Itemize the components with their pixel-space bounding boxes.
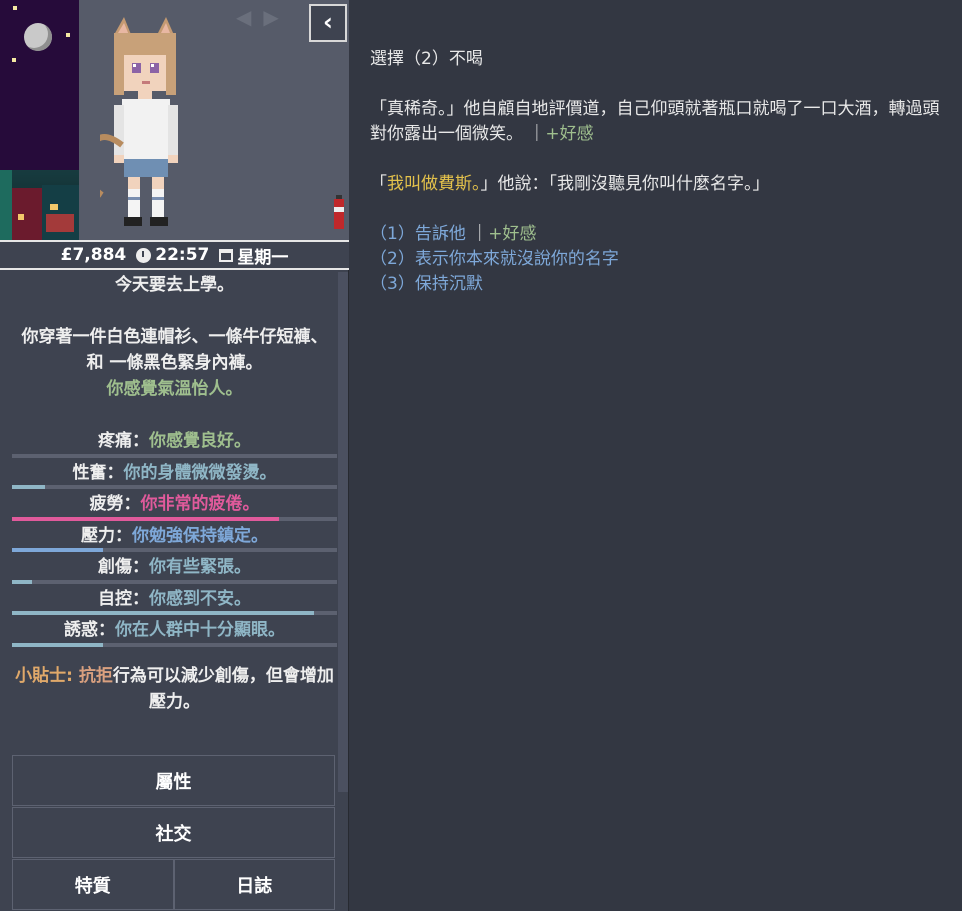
meter-bar-fill [12,611,315,615]
meter-bar-fill [12,642,103,647]
clock-icon [136,247,152,263]
npc-name-text: 我叫做費斯。 [387,174,481,194]
stats-bar: £7,884 22:57 星期一 [0,240,349,270]
meter-bar-fill [12,516,279,521]
choice-2[interactable]: （2）表示你本來就沒說你的名字 [370,247,950,272]
meter-value: 你感覺良好。 [149,431,251,451]
tab-attributes[interactable]: 屬性 [12,755,335,806]
meter-bar [12,611,337,615]
meter-value: 你勉強保持鎮定。 [132,525,268,546]
calendar-icon [219,248,234,262]
meter-label: 自控： [98,588,149,609]
tip-text: 小貼士: 抗拒行為可以減少創傷，但會增加壓力。 [0,663,349,715]
choice-2-label[interactable]: （2）表示你本來就沒說你的名字 [370,249,619,269]
sidebar-tabs: 屬性 社交 特質 日誌 [12,755,335,911]
city-skyline [0,170,79,240]
status-panel: 今天要去上學。 你穿著一件白色連帽衫、一條牛仔短褲、和 一條黑色緊身內褲。 你感… [0,270,349,760]
meter-row: 疼痛：你感覺良好。 [12,428,337,460]
meter-bar-fill [12,485,45,489]
meter-label: 誘惑： [64,620,115,640]
story-panel: 選擇（2）不喝 「真稀奇。」他自顧自地評價道，自己仰頭就著瓶口就喝了一口大酒，轉… [370,47,950,297]
choice-1-affection-tag: +好感 [488,224,537,244]
meter-value: 你在人群中十分顯眼。 [115,620,285,640]
story-paragraph-1: 「真稀奇。」他自顧自地評價道，自己仰頭就著瓶口就喝了一口大酒，轉過頭對你露出一個… [370,99,940,144]
meter-row: 疲勞：你非常的疲倦。 [12,491,337,523]
meter-bar-fill [12,579,32,584]
meter-row: 自控：你感到不安。 [12,586,337,618]
moon-icon [24,23,52,51]
affection-tag: +好感 [545,124,594,144]
sidebar-scrollbar[interactable] [338,272,348,792]
tab-social[interactable]: 社交 [12,807,335,858]
sidebar: ◀ ▶ ‹ £7,884 22:57 星期一 今天要去上學。 你穿著一件白色連帽… [0,0,349,911]
meter-row: 創傷：你有些緊張。 [12,554,337,586]
character-sprite [100,17,178,226]
forward-arrow-icon[interactable]: ▶ [263,6,278,28]
chevron-left-icon: ‹ [323,8,333,36]
meter-label: 性奮： [72,462,124,483]
time-display: 22:57 [136,245,209,265]
meter-value: 你的身體微微發燙。 [123,462,277,483]
meter-bar [12,453,337,458]
tip-body: 行為可以減少創傷，但會增加壓力。 [112,665,334,712]
meter-row: 性奮：你的身體微微發燙。 [12,460,337,492]
tab-journal[interactable]: 日誌 [173,859,335,910]
collapse-sidebar-button[interactable]: ‹ [309,4,347,42]
meter-label: 疼痛： [98,431,149,451]
meters-list: 疼痛：你感覺良好。 性奮：你的身體微微發燙。 疲勞：你非常的疲倦。 壓力：你勉強保持鎮… [0,428,349,649]
meter-bar [12,642,337,647]
meter-row: 壓力：你勉強保持鎮定。 [12,523,337,555]
clothing-text: 你穿著一件白色連帽衫、一條牛仔短褲、和 一條黑色緊身內褲。 [21,327,328,373]
meter-bar-fill [12,548,103,552]
meter-bar [12,579,337,584]
money-display: £7,884 [60,245,127,265]
tip-highlight: 抗拒 [78,665,113,686]
story-paragraph-2: 「我叫做費斯。」他說：「我剛沒聽見你叫什麼名字。」 [370,174,770,194]
meter-value: 你非常的疲倦。 [140,494,260,514]
meter-label: 創傷： [98,557,149,577]
meter-row: 誘惑：你在人群中十分顯眼。 [12,617,337,649]
back-arrow-icon[interactable]: ◀ [236,6,251,28]
temperature-text: 你感覺氣溫怡人。 [106,379,243,399]
meter-bar [12,485,337,489]
schedule-text: 今天要去上學。 [115,275,234,295]
choice-1-label[interactable]: （1）告訴他 [370,224,466,244]
fire-extinguisher-icon [334,195,344,229]
story-heading: 選擇（2）不喝 [370,49,483,69]
tip-prefix: 小貼士: [15,665,79,686]
night-sky-panel [0,0,79,240]
meter-bar [12,548,337,552]
meter-label: 壓力： [81,525,132,546]
meter-bar [12,516,337,521]
weekday-display: 星期一 [219,243,288,268]
meter-value: 你感到不安。 [149,588,251,609]
choice-3-label[interactable]: （3）保持沉默 [370,274,483,294]
history-nav: ◀ ▶ [236,6,279,28]
character-portrait: ◀ ▶ ‹ [0,0,349,240]
tab-traits[interactable]: 特質 [12,859,174,910]
choice-3[interactable]: （3）保持沉默 [370,272,950,297]
choice-1[interactable]: （1）告訴他 ｜+好感 [370,222,950,247]
meter-label: 疲勞： [89,494,141,514]
meter-value: 你有些緊張。 [149,557,251,577]
